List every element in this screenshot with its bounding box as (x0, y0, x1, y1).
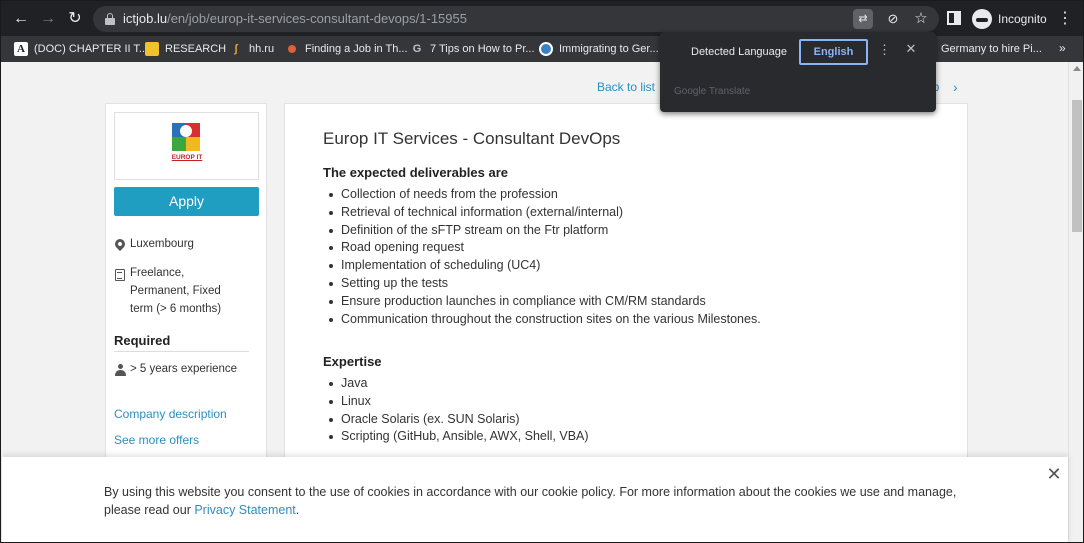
bookmark-label: RESEARCH (165, 43, 227, 55)
apply-button[interactable]: Apply (114, 187, 259, 216)
google-icon: G (412, 43, 422, 55)
bookmark-label: (DOC) CHAPTER II T... (34, 43, 149, 55)
hh-icon: ʃ (234, 43, 238, 55)
browser-toolbar: ← → ↻ ictjob.lu/en/job/europ-it-services… (1, 1, 1083, 36)
side-panel-icon[interactable] (947, 11, 961, 25)
bookmark-item[interactable]: Germany to hire Pi... (941, 40, 1042, 58)
job-sidebar: EUROP IT Apply Luxembourg Freelance, Per… (105, 103, 267, 483)
list-item: Java (323, 375, 589, 393)
bookmark-folder[interactable]: RESEARCH (145, 40, 226, 58)
back-arrow-icon[interactable]: ← (10, 8, 32, 30)
experience-row: > 5 years experience (114, 360, 237, 378)
deliverables-heading: The expected deliverables are (323, 165, 508, 180)
bookmark-label: Germany to hire Pi... (941, 43, 1042, 55)
academia-icon: A (14, 42, 28, 56)
url-host: ictjob.lu (123, 11, 168, 26)
list-item: Ensure production launches in compliance… (323, 293, 761, 311)
list-item: Oracle Solaris (ex. SUN Solaris) (323, 411, 589, 429)
back-to-list-link[interactable]: Back to list (597, 80, 655, 94)
browser-window: ← → ↻ ictjob.lu/en/job/europ-it-services… (0, 0, 1084, 543)
bookmark-label: Finding a Job in Th... (305, 43, 408, 55)
list-item: Communication throughout the constructio… (323, 311, 761, 329)
list-item: Implementation of scheduling (UC4) (323, 257, 761, 275)
bookmark-label: Immigrating to Ger... (559, 43, 659, 55)
forward-arrow-icon[interactable]: → (37, 8, 59, 30)
site-icon (288, 45, 296, 53)
list-item: Road opening request (323, 239, 761, 257)
page-scrollbar[interactable] (1068, 62, 1083, 542)
expertise-list: Java Linux Oracle Solaris (ex. SUN Solar… (323, 375, 589, 446)
more-options-icon[interactable]: ⋮ (878, 42, 891, 58)
bookmark-item[interactable]: G 7 Tips on How to Pr... (410, 40, 535, 58)
location-text: Luxembourg (130, 238, 194, 250)
contract-line: Freelance, (130, 267, 185, 279)
list-item: Definition of the sFTP stream on the Ftr… (323, 222, 761, 240)
scrollbar-thumb[interactable] (1072, 100, 1082, 232)
profile-label: Incognito (998, 12, 1047, 26)
document-icon (114, 266, 126, 281)
contract-row: Freelance, Permanent, Fixed term (> 6 mo… (114, 264, 221, 318)
reload-icon[interactable]: ↻ (64, 8, 86, 30)
eye-off-icon[interactable]: ⊘ (883, 9, 903, 29)
bookmark-item[interactable]: A (DOC) CHAPTER II T... (14, 40, 148, 58)
see-more-offers-link[interactable]: See more offers (114, 433, 199, 447)
address-bar[interactable]: ictjob.lu/en/job/europ-it-services-consu… (93, 6, 939, 32)
job-title: Europ IT Services - Consultant DevOps (323, 129, 621, 148)
list-item: Collection of needs from the profession (323, 186, 761, 204)
company-logo: EUROP IT (168, 123, 206, 171)
contract-line: Permanent, Fixed (130, 285, 221, 297)
privacy-statement-link[interactable]: Privacy Statement (194, 503, 295, 517)
browser-menu-icon[interactable]: ⋮ (1057, 8, 1073, 30)
detected-language-tab[interactable]: Detected Language (691, 46, 787, 58)
english-tab[interactable]: English (799, 39, 868, 65)
google-translate-brand: Google Translate (674, 86, 751, 97)
chevron-right-icon[interactable]: › (953, 79, 958, 95)
bookmark-star-icon[interactable]: ☆ (911, 9, 931, 29)
bookmark-label: hh.ru (249, 43, 275, 55)
bookmarks-overflow-icon[interactable]: » (1059, 41, 1066, 55)
company-description-link[interactable]: Company description (114, 407, 227, 421)
folder-icon (145, 42, 159, 56)
location-pin-icon (112, 236, 128, 252)
bookmark-item[interactable]: Immigrating to Ger... (539, 40, 659, 58)
person-icon (114, 362, 126, 376)
bookmark-item[interactable]: Finding a Job in Th... (285, 40, 408, 58)
list-item: Scripting (GitHub, Ansible, AWX, Shell, … (323, 428, 589, 446)
cookie-text: By using this website you consent to the… (104, 483, 984, 519)
url-text[interactable]: ictjob.lu/en/job/europ-it-services-consu… (123, 11, 467, 26)
translate-popup: Detected Language English ⋮ ✕ Google Tra… (660, 32, 936, 112)
bookmark-label: 7 Tips on How to Pr... (430, 43, 535, 55)
cookie-banner: ✕ By using this website you consent to t… (2, 457, 1068, 542)
bookmark-item[interactable]: ʃ hh.ru (229, 40, 274, 58)
company-logo-box[interactable]: EUROP IT (114, 112, 259, 180)
profile-button[interactable]: Incognito (972, 8, 1047, 30)
list-item: Setting up the tests (323, 275, 761, 293)
lock-icon[interactable] (105, 13, 115, 25)
close-icon[interactable]: ✕ (1045, 465, 1063, 483)
location-row: Luxembourg (112, 235, 194, 253)
cookie-message-end: . (295, 503, 300, 517)
translate-icon[interactable]: ⇄ (853, 9, 873, 29)
list-item: Retrieval of technical information (exte… (323, 204, 761, 222)
url-path: /en/job/europ-it-services-consultant-dev… (167, 11, 467, 26)
list-item: Linux (323, 393, 589, 411)
logo-text: EUROP IT (171, 154, 203, 161)
experience-text: > 5 years experience (130, 363, 238, 375)
scroll-up-icon[interactable] (1073, 66, 1081, 71)
incognito-icon (972, 9, 992, 29)
close-icon[interactable]: ✕ (904, 41, 918, 57)
globe-icon (539, 42, 553, 56)
deliverables-list: Collection of needs from the profession … (323, 186, 761, 328)
required-heading: Required (114, 333, 249, 352)
job-description-card: Europ IT Services - Consultant DevOps Th… (284, 103, 968, 483)
expertise-heading: Expertise (323, 354, 382, 369)
contract-line: term (> 6 months) (130, 303, 222, 315)
